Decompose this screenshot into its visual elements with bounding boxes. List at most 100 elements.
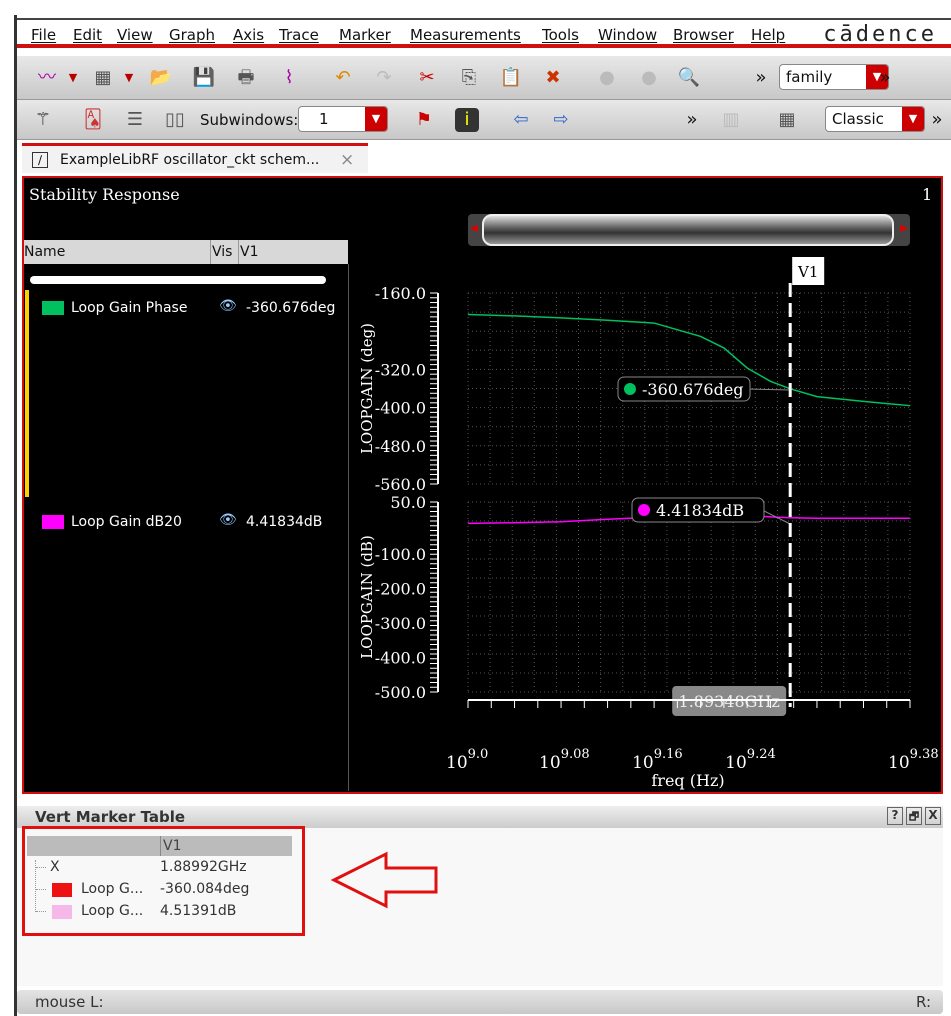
- save-icon[interactable]: 💾: [192, 66, 216, 90]
- trace-name: Loop Gain Phase: [71, 300, 188, 316]
- x-tick-label: 109.08: [539, 747, 590, 773]
- undo-icon[interactable]: ↶: [331, 66, 355, 90]
- stack-horizontal-icon[interactable]: ☰: [123, 108, 147, 132]
- menu-measurements[interactable]: Measurements: [410, 26, 521, 44]
- y-tick-label: 50.0: [390, 493, 426, 512]
- menu-browser[interactable]: Browser: [673, 26, 734, 44]
- flag-icon[interactable]: ⚑: [412, 108, 436, 132]
- vmt-title: Vert Marker Table: [35, 808, 186, 826]
- cadence-logo: cādence: [823, 22, 937, 47]
- family-combo-value: family: [786, 68, 833, 86]
- subwindow-number: 1: [922, 185, 933, 204]
- cards-icon[interactable]: 🂡: [81, 108, 105, 132]
- marker-x-value: 1.89348GHz: [679, 692, 780, 711]
- visibility-eye-icon[interactable]: 👁: [219, 512, 237, 528]
- subwindows-label: Subwindows:: [200, 111, 299, 129]
- legend-row[interactable]: Loop Gain dB20 👁 4.41834dB: [34, 512, 344, 534]
- x-tick-label: 109.16: [632, 747, 683, 773]
- scroll-left-icon[interactable]: ◀: [470, 223, 478, 234]
- calculator-icon[interactable]: ▦: [775, 108, 799, 132]
- stability-plot[interactable]: -160.0 -320.0 -400.0 -480.0 -560.0 LOOPGAIN (…: [350, 255, 940, 790]
- main-toolbar: 〰 ▼ ▦ ▼ 📂 💾 🖶 ⌇ ↶ ↷ ✂ ⎘ 📋 ✖ ● ● 🔍 » fami…: [17, 56, 951, 100]
- trace-name: Loop Gain dB20: [71, 514, 182, 530]
- new-window-icon[interactable]: 〰: [35, 66, 59, 90]
- y-tick-label: -400.0: [375, 648, 426, 667]
- chevron-down-icon: ▼: [902, 107, 924, 131]
- header-v1: V1: [240, 244, 259, 260]
- x-tick-label: 109.24: [725, 747, 776, 773]
- y-tick-label: -100.0: [375, 545, 426, 564]
- x-axis-label: freq (Hz): [651, 771, 724, 790]
- close-icon[interactable]: ×: [340, 150, 354, 170]
- menu-bar: File Edit View Graph Axis Trace Marker M…: [17, 18, 951, 48]
- group-indicator: [25, 290, 29, 497]
- zoom-icon[interactable]: 🔍: [677, 66, 701, 90]
- float-button[interactable]: 🗗: [906, 807, 922, 825]
- legend-group-bar[interactable]: [30, 276, 326, 284]
- style-combo[interactable]: Classic ▼: [825, 106, 925, 132]
- magic-wand-icon[interactable]: ⚚: [31, 108, 55, 132]
- redo-icon[interactable]: ↷: [372, 66, 396, 90]
- visibility-eye-icon[interactable]: 👁: [219, 298, 237, 314]
- annotation-dot: [638, 504, 650, 516]
- info-icon[interactable]: i: [455, 108, 479, 132]
- trace-value: -360.676deg: [246, 300, 336, 316]
- header-vis: Vis: [212, 244, 233, 260]
- more-icon[interactable]: »: [680, 108, 704, 132]
- menu-edit[interactable]: Edit: [73, 26, 102, 44]
- scrollbar-thumb[interactable]: [482, 214, 894, 246]
- menu-window[interactable]: Window: [598, 26, 657, 44]
- secondary-toolbar: ⚚ 🂡 ☰ ▯▯ Subwindows: 1 ▼ ⚑ i ⇦ ⇨ » ▥ ▦ Cl…: [17, 100, 951, 140]
- close-button[interactable]: X: [925, 807, 941, 825]
- header-name: Name: [24, 244, 66, 260]
- y-axis-label: LOOPGAIN (deg): [358, 323, 376, 454]
- y-tick-label: -500.0: [375, 683, 426, 702]
- y-tick-label: -560.0: [375, 475, 426, 494]
- chevron-down-icon[interactable]: ▼: [61, 66, 85, 90]
- annotation-arrow-icon: [330, 851, 438, 909]
- menu-file[interactable]: File: [31, 26, 56, 44]
- marker-label: V1: [797, 263, 818, 281]
- cut-icon[interactable]: ✂: [415, 66, 439, 90]
- y-tick-label: -200.0: [375, 579, 426, 598]
- open-folder-icon[interactable]: 📂: [149, 66, 173, 90]
- annotation-text: -360.676deg: [642, 380, 744, 399]
- more-icon[interactable]: »: [873, 66, 897, 90]
- style-combo-value: Classic: [832, 110, 884, 128]
- chevron-down-icon[interactable]: ▼: [117, 66, 141, 90]
- help-button[interactable]: ?: [887, 807, 903, 825]
- scroll-right-icon[interactable]: ▶: [900, 223, 908, 234]
- menu-view[interactable]: View: [117, 26, 153, 44]
- histogram-icon[interactable]: ▥: [719, 108, 743, 132]
- plot-icon[interactable]: ⌇: [277, 66, 301, 90]
- more-icon[interactable]: »: [925, 108, 949, 132]
- status-left: mouse L:: [35, 993, 104, 1011]
- menu-marker[interactable]: Marker: [339, 26, 391, 44]
- stack-vertical-icon[interactable]: ▯▯: [163, 108, 187, 132]
- copy-icon[interactable]: ⎘: [457, 66, 481, 90]
- back-icon[interactable]: ●: [595, 66, 619, 90]
- subwindows-combo[interactable]: 1 ▼: [298, 106, 388, 132]
- graph-title: Stability Response: [29, 185, 180, 204]
- x-scrollbar[interactable]: ◀ ▶: [468, 214, 910, 246]
- trace-color-swatch: [42, 301, 64, 315]
- print-icon[interactable]: 🖶: [234, 66, 258, 90]
- highlight-box: [22, 826, 305, 936]
- menu-tools[interactable]: Tools: [542, 26, 579, 44]
- legend-row[interactable]: Loop Gain Phase 👁 -360.676deg: [34, 298, 344, 320]
- delete-icon[interactable]: ✖: [541, 66, 565, 90]
- arrow-left-icon[interactable]: ⇦: [509, 108, 533, 132]
- legend-divider[interactable]: [348, 264, 349, 791]
- menu-graph[interactable]: Graph: [169, 26, 215, 44]
- menu-axis[interactable]: Axis: [233, 26, 264, 44]
- new-subwindow-icon[interactable]: ▦: [91, 66, 115, 90]
- menu-help[interactable]: Help: [751, 26, 785, 44]
- paste-icon[interactable]: 📋: [499, 66, 523, 90]
- schematic-icon: ∕: [32, 152, 48, 168]
- arrow-right-icon[interactable]: ⇨: [549, 108, 573, 132]
- tab-schematic[interactable]: ∕ ExampleLibRF oscillator_ckt schem... ×: [22, 143, 368, 173]
- more-icon[interactable]: »: [749, 66, 773, 90]
- menu-trace[interactable]: Trace: [279, 26, 319, 44]
- x-tick-label: 109.0: [446, 747, 488, 773]
- forward-icon[interactable]: ●: [637, 66, 661, 90]
